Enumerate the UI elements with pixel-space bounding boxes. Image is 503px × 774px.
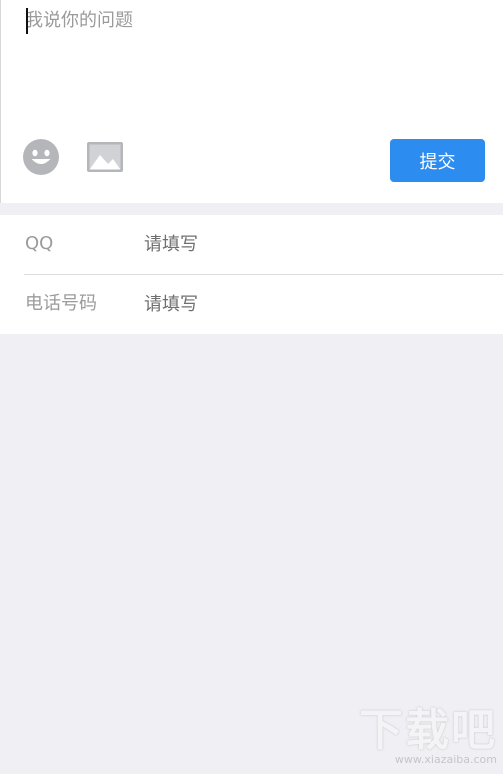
feedback-compose-area: 提交 bbox=[0, 0, 503, 203]
watermark: 下载吧 www.xiazaiba.com bbox=[359, 705, 497, 767]
watermark-logo: 下载吧 bbox=[359, 705, 497, 756]
submit-button[interactable]: 提交 bbox=[390, 139, 485, 182]
text-cursor bbox=[26, 8, 28, 34]
contact-info-card: QQ 电话号码 bbox=[0, 215, 503, 334]
phone-label: 电话号码 bbox=[25, 293, 97, 314]
problem-description-input[interactable] bbox=[25, 6, 485, 116]
phone-input[interactable] bbox=[144, 290, 474, 318]
qq-input[interactable] bbox=[144, 230, 474, 258]
qq-row: QQ bbox=[0, 215, 503, 274]
qq-label: QQ bbox=[25, 233, 54, 254]
emoji-icon[interactable] bbox=[23, 139, 59, 175]
phone-row: 电话号码 bbox=[0, 275, 503, 334]
image-icon[interactable] bbox=[87, 142, 123, 172]
